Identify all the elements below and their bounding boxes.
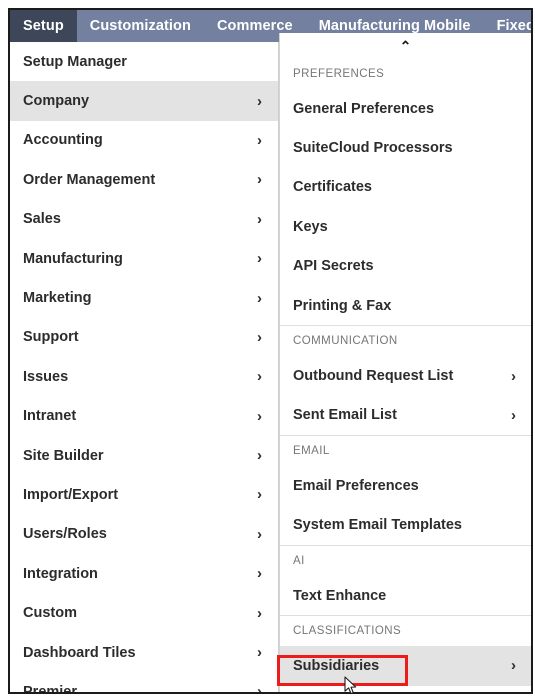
flyout-item-keys[interactable]: Keys [280,207,531,246]
sidebar-item-integration[interactable]: Integration › [10,554,278,593]
sidebar-item-manufacturing[interactable]: Manufacturing › [10,239,278,278]
chevron-right-icon: › [511,406,516,424]
chevron-right-icon: › [257,407,262,425]
sidebar-item-support[interactable]: Support › [10,318,278,357]
chevron-right-icon: › [257,250,262,268]
sidebar-item-order-management[interactable]: Order Management › [10,160,278,199]
sidebar-item-label: Setup Manager [23,53,127,70]
sidebar-item-label: Order Management [23,171,156,188]
sidebar-item-label: Import/Export [23,486,119,503]
chevron-right-icon: › [257,171,262,189]
flyout-item-label: Keys [293,218,328,235]
flyout-item-label: SuiteCloud Processors [293,140,453,157]
flyout-section-header-communication: COMMUNICATION [280,325,531,356]
sidebar-item-setup-manager[interactable]: Setup Manager [10,42,278,81]
chevron-right-icon: › [257,368,262,386]
flyout-item-label: Outbound Request List [293,368,454,385]
chevron-right-icon: › [511,367,516,385]
sidebar-item-label: Custom [23,605,77,622]
sidebar-item-marketing[interactable]: Marketing › [10,278,278,317]
flyout-item-label: Subsidiaries [293,657,380,674]
chevron-right-icon: › [257,210,262,228]
nav-item-customization[interactable]: Customization [77,10,204,42]
sidebar-item-label: Company [23,93,90,110]
sidebar-item-label: Site Builder [23,447,104,464]
flyout-item-general-preferences[interactable]: General Preferences [280,89,531,128]
flyout-item-label: General Preferences [293,100,435,117]
sidebar-item-premier[interactable]: Premier › [10,672,278,694]
sidebar-item-label: Support [23,329,79,346]
flyout-section-header-classifications: CLASSIFICATIONS [280,615,531,646]
sidebar-item-issues[interactable]: Issues › [10,357,278,396]
sidebar-item-label: Intranet [23,408,77,425]
sidebar-item-company[interactable]: Company › [10,81,278,121]
flyout-section-header-preferences: PREFERENCES [293,67,385,80]
sidebar-item-label: Marketing [23,290,92,307]
chevron-right-icon: › [257,644,262,662]
chevron-right-icon: › [257,131,262,149]
sidebar-item-label: Dashboard Tiles [23,644,136,661]
flyout-item-suitecloud-processors[interactable]: SuiteCloud Processors [280,128,531,167]
application-frame: Setup Customization Commerce Manufacturing … [8,8,533,694]
flyout-item-sent-email-list[interactable]: Sent Email List › [280,396,531,435]
flyout-item-label: API Secrets [293,258,374,275]
sidebar-item-label: Integration [23,565,98,582]
chevron-up-icon[interactable]: ⌃ [280,33,531,58]
flyout-section-header-ai: AI [280,544,531,576]
flyout-item-outbound-request-list[interactable]: Outbound Request List › [280,356,531,395]
nav-item-setup[interactable]: Setup [10,10,77,42]
flyout-item-email-preferences[interactable]: Email Preferences [280,466,531,505]
flyout-menu-body: PREFERENCES General Preferences SuiteCloud… [280,58,531,686]
flyout-section-header-email: EMAIL [280,435,531,466]
chevron-right-icon: › [257,604,262,622]
chevron-right-icon: › [257,447,262,465]
sidebar-item-label: Premier [23,683,78,694]
flyout-item-subsidiaries[interactable]: Subsidiaries › [280,646,531,686]
chevron-right-icon: › [257,289,262,307]
chevron-right-icon: › [257,486,262,504]
sidebar-item-custom[interactable]: Custom › [10,593,278,632]
sidebar-item-users-roles[interactable]: Users/Roles › [10,515,278,554]
chevron-right-icon: › [257,328,262,346]
sidebar-item-dashboard-tiles[interactable]: Dashboard Tiles › [10,633,278,672]
flyout-item-label: Sent Email List [293,407,397,424]
flyout-item-label: Printing & Fax [293,297,392,314]
flyout-item-printing-fax[interactable]: Printing & Fax [280,286,531,325]
sidebar-item-label: Manufacturing [23,250,123,267]
sidebar-item-label: Sales [23,211,61,228]
chevron-right-icon: › [257,525,262,543]
flyout-item-label: Email Preferences [293,477,419,494]
chevron-right-icon: › [257,92,262,110]
flyout-item-api-secrets[interactable]: API Secrets [280,247,531,286]
sidebar-item-intranet[interactable]: Intranet › [10,397,278,436]
chevron-right-icon: › [257,565,262,583]
flyout-item-label: Certificates [293,179,372,196]
chevron-right-icon: › [511,657,516,675]
flyout-item-certificates[interactable]: Certificates [280,168,531,207]
sidebar-item-import-export[interactable]: Import/Export › [10,475,278,514]
setup-sidebar-menu[interactable]: Setup Manager Company › Accounting › Order Ma… [10,42,279,694]
screenshot-root: Setup Customization Commerce Manufacturing … [0,0,535,700]
sidebar-item-site-builder[interactable]: Site Builder › [10,436,278,475]
flyout-item-system-email-templates[interactable]: System Email Templates [280,506,531,545]
flyout-item-label: Text Enhance [293,587,387,604]
sidebar-item-accounting[interactable]: Accounting › [10,121,278,160]
flyout-item-label: System Email Templates [293,517,462,534]
sidebar-item-sales[interactable]: Sales › [10,200,278,239]
sidebar-item-label: Issues [23,368,69,385]
sidebar-item-label: Users/Roles [23,526,107,543]
sidebar-item-label: Accounting [23,132,103,149]
chevron-right-icon: › [257,683,262,694]
company-flyout-menu[interactable]: ⌃ PREFERENCES General Preferences SuiteClo… [279,33,531,692]
flyout-item-text-enhance[interactable]: Text Enhance [280,576,531,615]
